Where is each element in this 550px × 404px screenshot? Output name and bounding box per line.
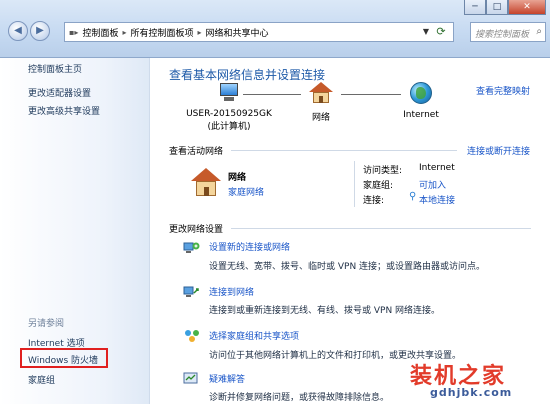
new-connection-icon [183, 242, 200, 253]
homegroup-link[interactable]: 可加入 [419, 178, 446, 191]
map-link-line [341, 94, 401, 95]
globe-icon [410, 82, 432, 104]
minimize-button[interactable]: ─ [464, 0, 486, 15]
search-icon[interactable]: ⌕ [536, 26, 542, 37]
access-type-label: 访问类型: [363, 166, 403, 176]
main-panel: 查看基本网络信息并设置连接 查看完整映射 USER-20150925GK (此计… [151, 58, 550, 404]
map-computer[interactable]: USER-20150925GK (此计算机) [179, 80, 279, 132]
homegroup-label: 家庭组: [363, 181, 394, 191]
computer-icon [216, 83, 242, 103]
breadcrumb-network-center[interactable]: 网络和共享中心 [202, 26, 273, 39]
homegroup-sharing-icon [185, 330, 199, 342]
address-bar[interactable]: ▪ ▸ 控制面板 ▸ 所有控制面板项 ▸ 网络和共享中心 ▼ ⟳ [64, 22, 454, 42]
full-map-link[interactable]: 查看完整映射 [476, 84, 530, 97]
troubleshoot-icon [183, 372, 198, 384]
network-label: 网络 [311, 113, 330, 123]
divider [231, 150, 457, 151]
task-new-connection-desc: 设置无线、宽带、拨号、临时或 VPN 连接；或设置路由器或访问点。 [209, 262, 486, 272]
see-also-heading: 另请参阅 [28, 319, 65, 329]
connect-network-icon [183, 286, 199, 297]
forward-button[interactable]: ▶ [30, 21, 50, 41]
breadcrumb-control-panel[interactable]: 控制面板 [78, 26, 122, 39]
access-type-value: Internet [419, 163, 455, 173]
sidebar-item-advanced-sharing[interactable]: 更改高级共享设置 [28, 104, 100, 117]
task-troubleshoot-desc: 诊断并修复网络问题，或获得故障排除信息。 [209, 393, 390, 403]
local-connection-link[interactable]: 本地连接 [419, 193, 455, 206]
computer-name: USER-20150925GK [186, 109, 272, 119]
task-connect-network-link[interactable]: 连接到网络 [209, 285, 254, 298]
computer-note: (此计算机) [207, 122, 251, 132]
search-placeholder: 搜索控制面板 [475, 30, 530, 40]
task-homegroup-link[interactable]: 选择家庭组和共享选项 [209, 329, 299, 342]
title-bar: ─ □ ✕ ◀ ▶ ▪ ▸ 控制面板 ▸ 所有控制面板项 ▸ 网络和共享中心 ▼… [0, 0, 550, 58]
watermark-url: gdhjbk.com [430, 386, 513, 399]
ethernet-icon: ⚲ [409, 191, 417, 202]
map-internet[interactable]: Internet [401, 80, 441, 120]
sidebar: 控制面板主页 更改适配器设置 更改高级共享设置 另请参阅 Internet 选项… [0, 58, 150, 404]
refresh-icon[interactable]: ⟳ [433, 25, 449, 39]
back-button[interactable]: ◀ [8, 21, 28, 41]
task-troubleshoot-link[interactable]: 疑难解答 [209, 372, 245, 385]
connections-label: 连接: [363, 196, 385, 206]
search-input[interactable]: 搜索控制面板 ⌕ [470, 22, 546, 42]
chevron-down-icon[interactable]: ▼ [423, 27, 429, 36]
sidebar-item-home[interactable]: 控制面板主页 [28, 62, 82, 75]
sidebar-item-homegroup[interactable]: 家庭组 [28, 373, 55, 386]
home-network-icon [191, 168, 221, 198]
map-link-line [243, 94, 301, 95]
change-settings-heading: 更改网络设置 [169, 225, 224, 235]
maximize-button[interactable]: □ [486, 0, 508, 15]
divider [354, 161, 355, 207]
active-network-name: 网络 [228, 173, 247, 183]
home-network-icon [309, 82, 333, 104]
sidebar-item-firewall[interactable]: Windows 防火墙 [28, 353, 98, 366]
divider [231, 228, 531, 229]
window-controls: ─ □ ✕ [464, 0, 546, 16]
task-connect-network-desc: 连接到或重新连接到无线、有线、拨号或 VPN 网络连接。 [209, 306, 441, 316]
map-network[interactable]: 网络 [301, 80, 341, 123]
sidebar-item-adapter-settings[interactable]: 更改适配器设置 [28, 86, 91, 99]
active-networks-heading: 查看活动网络 [169, 147, 224, 157]
breadcrumb-all-items[interactable]: 所有控制面板项 [126, 26, 197, 39]
internet-label: Internet [403, 110, 439, 120]
network-type-link[interactable]: 家庭网络 [228, 185, 264, 198]
close-button[interactable]: ✕ [508, 0, 546, 15]
task-new-connection-link[interactable]: 设置新的连接或网络 [209, 240, 290, 253]
connect-disconnect-link[interactable]: 连接或断开连接 [467, 144, 530, 157]
